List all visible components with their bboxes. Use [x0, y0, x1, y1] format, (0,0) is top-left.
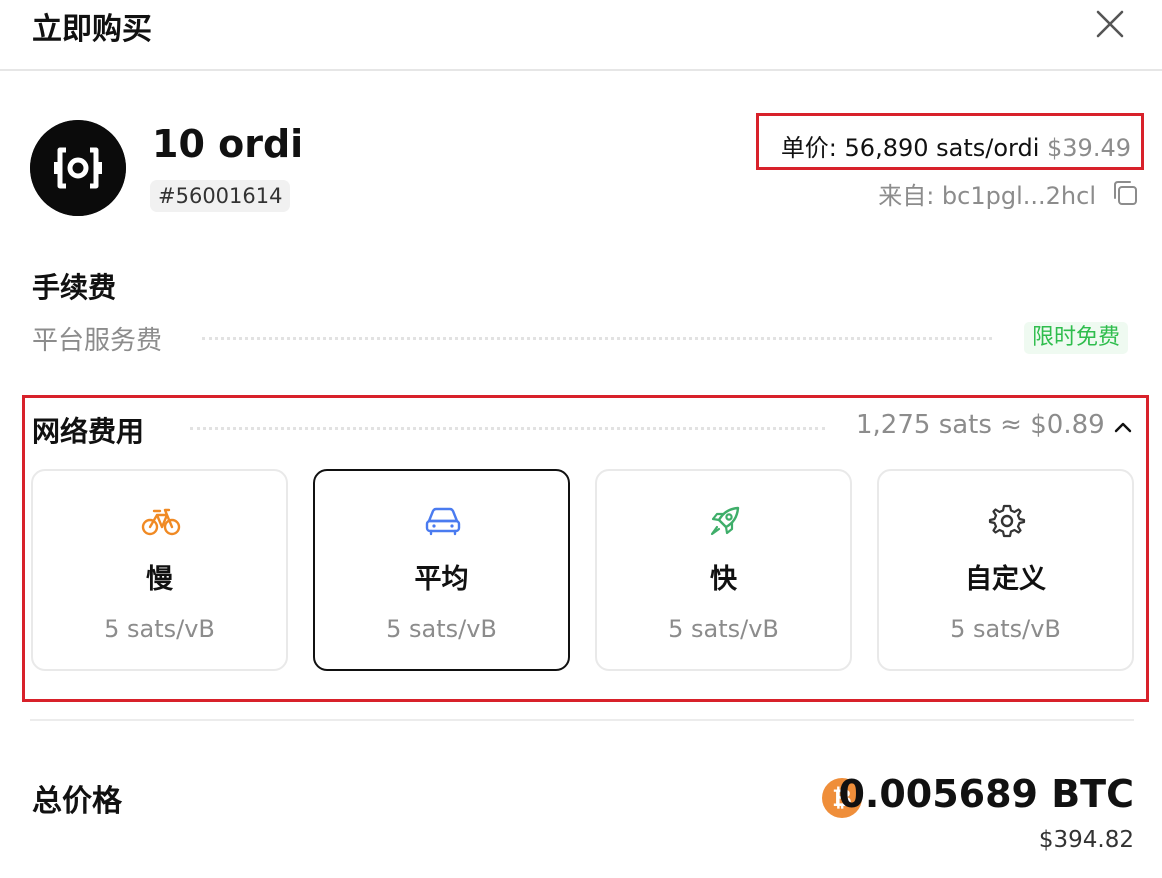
copy-icon[interactable] — [1110, 178, 1140, 208]
unit-price: 单价: 56,890 sats/ordi $39.49 — [781, 128, 1131, 163]
fee-option-rate: 5 sats/vB — [950, 615, 1061, 643]
seller-address-row: 来自: bc1pgl...2hcl — [878, 176, 1140, 210]
fee-option-average[interactable]: 平均 5 sats/vB — [313, 469, 570, 671]
total-price-usd: $394.82 — [1038, 827, 1134, 853]
bicycle-icon — [141, 508, 181, 536]
fee-option-slow[interactable]: 慢 5 sats/vB — [31, 469, 288, 671]
fee-option-custom[interactable]: 自定义 5 sats/vB — [877, 469, 1134, 671]
fee-option-label: 自定义 — [965, 564, 1046, 595]
ordi-logo-icon — [30, 120, 126, 216]
free-badge: 限时免费 — [1024, 322, 1129, 354]
fee-section-title: 手续费 — [32, 271, 117, 304]
seller-address: 来自: bc1pgl...2hcl — [878, 181, 1096, 210]
section-divider — [30, 719, 1134, 721]
unit-price-highlight: 单价: 56,890 sats/ordi $39.49 — [756, 113, 1144, 170]
fee-option-rate: 5 sats/vB — [386, 615, 497, 643]
fee-option-label: 快 — [710, 564, 737, 595]
close-icon[interactable] — [1092, 6, 1128, 42]
chevron-up-icon[interactable] — [1110, 414, 1136, 440]
fee-option-rate: 5 sats/vB — [668, 615, 779, 643]
rocket-icon — [710, 506, 740, 536]
fee-option-fast[interactable]: 快 5 sats/vB — [595, 469, 852, 671]
fee-option-label: 平均 — [414, 564, 469, 595]
token-name: 10 ordi — [152, 122, 304, 166]
dotted-divider — [190, 427, 825, 430]
fee-option-label: 慢 — [146, 564, 173, 595]
dotted-divider — [202, 337, 992, 340]
inscription-id-badge: #56001614 — [150, 180, 291, 212]
gear-icon — [988, 504, 1026, 538]
total-price-label: 总价格 — [32, 784, 122, 819]
dialog-title: 立即购买 — [32, 12, 152, 47]
unit-price-usd: $39.49 — [1047, 134, 1131, 162]
total-price-btc: 0.005689 BTC — [838, 772, 1134, 816]
fee-option-rate: 5 sats/vB — [104, 615, 215, 643]
network-fee-title: 网络费用 — [32, 415, 145, 448]
network-fee-total: 1,275 sats ≈ $0.89 — [856, 410, 1105, 440]
platform-fee-label: 平台服务费 — [32, 326, 163, 356]
dialog-header: 立即购买 — [0, 0, 1162, 71]
car-icon — [425, 507, 461, 536]
unit-price-sats: 单价: 56,890 sats/ordi — [780, 134, 1040, 162]
